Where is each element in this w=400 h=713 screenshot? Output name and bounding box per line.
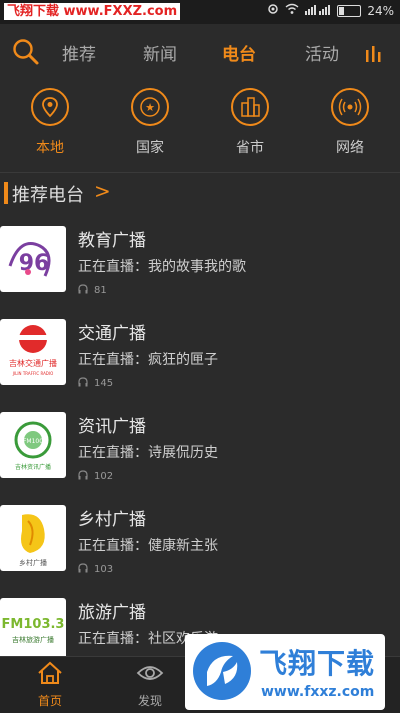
station-live: 正在直播：我的故事我的歌	[78, 259, 246, 275]
tab-news[interactable]: 新闻	[143, 40, 177, 65]
buildings-icon	[231, 88, 269, 126]
battery-percent: 24%	[367, 3, 394, 18]
home-icon	[36, 661, 64, 688]
broadcast-icon	[331, 88, 369, 126]
station-name: 交通广播	[78, 324, 146, 344]
station-name: 乡村广播	[78, 510, 146, 530]
bottom-tab-discover[interactable]: 发现	[120, 661, 180, 709]
station-live: 正在直播：健康新主张	[78, 538, 218, 554]
category-row: 本地 ★ 国家 省市 网络	[0, 80, 400, 165]
listener-count: 81	[78, 284, 107, 297]
bluetooth-icon	[267, 3, 279, 18]
listener-count-value: 145	[94, 378, 114, 389]
category-province[interactable]: 省市	[215, 88, 285, 157]
battery-icon	[337, 4, 362, 17]
location-pin-icon	[31, 88, 69, 126]
listener-count-value: 81	[94, 285, 107, 296]
category-label: 本地	[36, 140, 64, 156]
category-label: 国家	[136, 140, 164, 156]
category-national[interactable]: ★ 国家	[115, 88, 185, 157]
station-logo: FM100 吉林资讯广播	[0, 412, 66, 478]
svg-text:★: ★	[145, 101, 155, 114]
tab-recommend[interactable]: 推荐	[62, 40, 96, 65]
listener-count-value: 102	[94, 471, 114, 482]
bottom-tab-home[interactable]: 首页	[20, 661, 80, 709]
eye-icon	[136, 666, 164, 688]
signal-icon	[305, 4, 331, 18]
station-logo: 吉林交通广播 JILIN TRAFFIC RADIO	[0, 319, 66, 385]
listener-count: 145	[78, 377, 113, 390]
station-item[interactable]: 96 教育广播 正在直播：我的故事我的歌 81	[0, 212, 400, 305]
station-name: 资讯广播	[78, 417, 146, 437]
section-header[interactable]: 推荐电台 >	[0, 172, 400, 213]
status-icons: 24%	[267, 3, 394, 18]
logo-text: 96	[19, 251, 50, 276]
watermark-badge: 飞翔下载 www.fxxz.com	[185, 634, 385, 710]
section-title: 推荐电台	[12, 185, 84, 206]
headphones-icon	[78, 284, 88, 297]
search-icon[interactable]	[12, 38, 40, 70]
chevron-right-icon: >	[94, 179, 111, 203]
logo-subtext: 吉林资讯广播	[15, 463, 51, 471]
watermark-url: www.fxxz.com	[261, 684, 375, 700]
headphones-icon	[78, 563, 88, 576]
station-logo: 乡村广播	[0, 505, 66, 571]
tab-radio[interactable]: 电台	[222, 40, 256, 65]
logo-subtext: JILIN TRAFFIC RADIO	[12, 371, 53, 376]
logo-text: 乡村广播	[19, 558, 47, 567]
station-name: 教育广播	[78, 231, 146, 251]
category-label: 网络	[336, 140, 364, 156]
station-item[interactable]: FM100 吉林资讯广播 资讯广播 正在直播：诗展侃历史 102	[0, 398, 400, 491]
bottom-tab-label: 首页	[37, 694, 62, 708]
logo-text: FM103.3	[2, 617, 65, 632]
bottom-tab-label: 发现	[137, 694, 162, 708]
logo-text: 吉林交通广播	[9, 358, 57, 368]
watermark-logo-icon	[193, 642, 251, 700]
watermark-title: 飞翔下载	[259, 647, 376, 680]
station-live: 正在直播：诗展侃历史	[78, 445, 218, 461]
listener-count: 103	[78, 563, 113, 576]
category-local[interactable]: 本地	[15, 88, 85, 157]
station-name: 旅游广播	[78, 603, 146, 623]
logo-subtext: 吉林旅游广播	[12, 635, 54, 644]
logo-text: FM100	[23, 438, 43, 445]
listener-count: 102	[78, 470, 113, 483]
wifi-icon	[285, 3, 299, 18]
headphones-icon	[78, 377, 88, 390]
station-live: 正在直播：疯狂的匣子	[78, 352, 218, 368]
tab-activity[interactable]: 活动	[305, 40, 339, 65]
watermark-text: 飞翔下载 www.FXXZ.com	[4, 3, 181, 20]
status-bar: 飞翔下载 www.FXXZ.com 24%	[0, 0, 400, 24]
station-item[interactable]: 乡村广播 乡村广播 正在直播：健康新主张 103	[0, 491, 400, 584]
station-logo: 96	[0, 226, 66, 292]
top-nav: 推荐 新闻 电台 活动	[0, 24, 400, 80]
category-label: 省市	[236, 140, 264, 156]
station-item[interactable]: 吉林交通广播 JILIN TRAFFIC RADIO 交通广播 正在直播：疯狂的匣…	[0, 305, 400, 398]
stars-circle-icon: ★	[131, 88, 169, 126]
headphones-icon	[78, 470, 88, 483]
more-channels-icon[interactable]	[364, 44, 384, 68]
listener-count-value: 103	[94, 564, 114, 575]
station-logo: FM103.3 吉林旅游广播	[0, 598, 66, 664]
section-accent-bar	[4, 182, 8, 204]
category-network[interactable]: 网络	[315, 88, 385, 157]
